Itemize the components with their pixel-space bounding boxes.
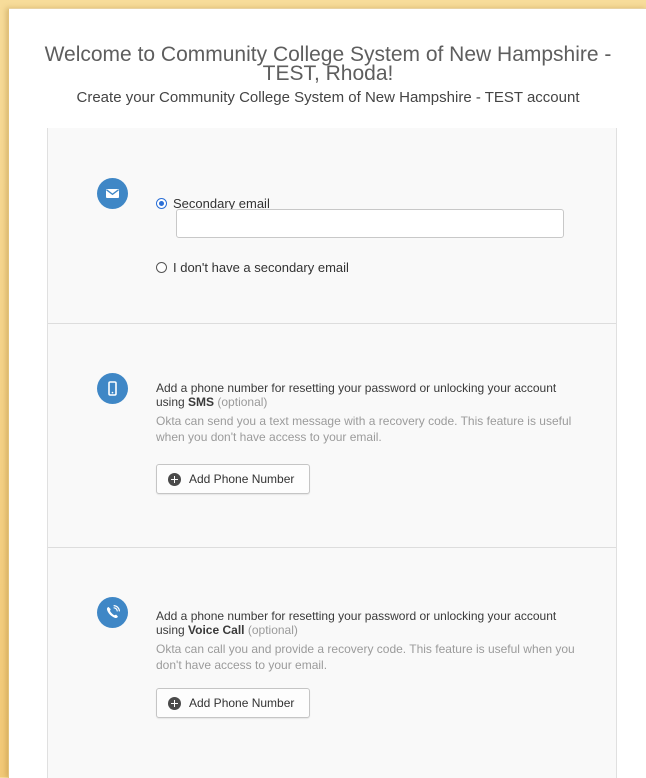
voice-description: Okta can call you and provide a recovery…: [156, 642, 575, 672]
mobile-phone-icon: [97, 373, 128, 404]
plus-circle-icon: [168, 696, 181, 710]
secondary-email-section: Secondary email I don't have a secondary…: [48, 128, 616, 324]
secondary-email-input[interactable]: [176, 209, 564, 238]
enrollment-card: Welcome to Community College System of N…: [8, 8, 646, 778]
envelope-icon: [97, 178, 128, 209]
voice-method-label: Voice Call: [188, 623, 245, 637]
sms-description: Okta can send you a text message with a …: [156, 414, 572, 444]
no-secondary-email-label: I don't have a secondary email: [173, 260, 349, 275]
add-voice-phone-label: Add Phone Number: [189, 696, 295, 710]
recovery-sections: Secondary email I don't have a secondary…: [47, 128, 617, 778]
no-secondary-email-option[interactable]: I don't have a secondary email: [156, 260, 349, 275]
secondary-email-radio[interactable]: [156, 198, 167, 209]
add-sms-phone-button[interactable]: Add Phone Number: [156, 464, 310, 494]
sms-optional-label: (optional): [217, 395, 268, 409]
voice-call-recovery-section: Add a phone number for resetting your pa…: [48, 547, 616, 778]
sms-method-label: SMS: [188, 395, 215, 409]
voice-optional-label: (optional): [247, 623, 298, 637]
sms-section-title: Add a phone number for resetting your pa…: [156, 381, 576, 409]
no-secondary-email-radio[interactable]: [156, 262, 167, 273]
voice-section-title: Add a phone number for resetting your pa…: [156, 609, 576, 637]
page-subtitle: Create your Community College System of …: [76, 89, 580, 106]
add-sms-phone-label: Add Phone Number: [189, 472, 295, 486]
page-title: Welcome to Community College System of N…: [44, 43, 612, 85]
plus-circle-icon: [168, 472, 181, 486]
sms-recovery-section: Add a phone number for resetting your pa…: [48, 323, 616, 548]
voice-call-icon: [97, 597, 128, 628]
add-voice-phone-button[interactable]: Add Phone Number: [156, 688, 310, 718]
